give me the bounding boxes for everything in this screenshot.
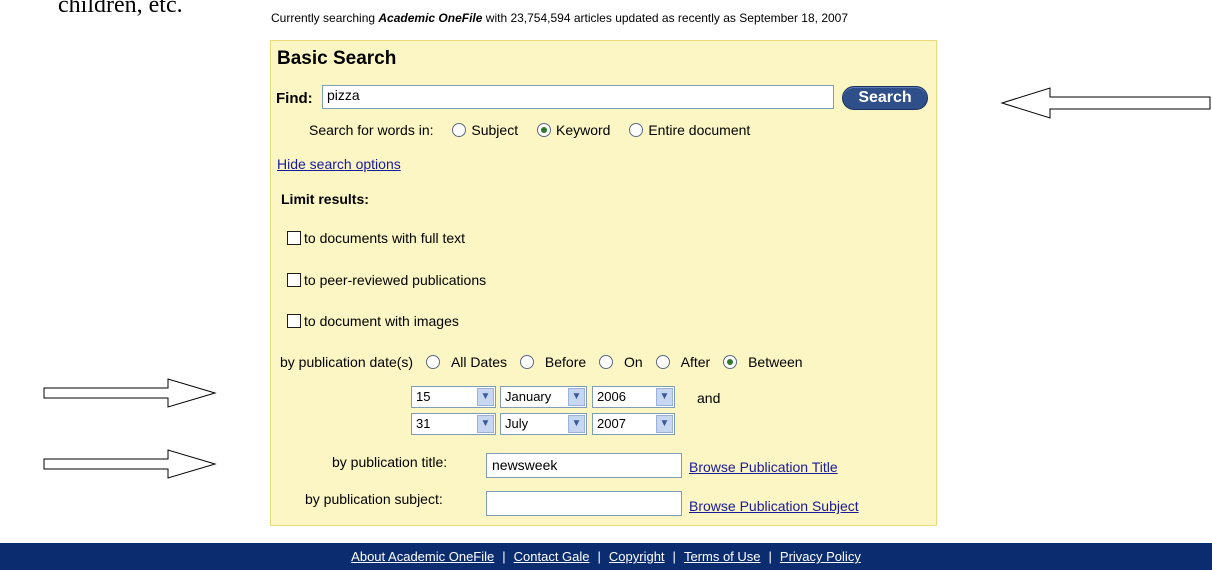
hide-search-options-link[interactable]: Hide search options — [277, 156, 401, 172]
footer-link-copyright[interactable]: Copyright — [609, 549, 665, 564]
images-checkbox[interactable] — [287, 314, 301, 328]
peer-reviewed-limit[interactable]: to peer-reviewed publications — [287, 272, 486, 288]
all-dates-label: All Dates — [450, 354, 507, 370]
database-name: Academic OneFile — [378, 11, 483, 25]
right-arrow-icon — [43, 378, 217, 408]
chevron-down-icon[interactable]: ▼ — [477, 415, 494, 433]
date-all-dates-option[interactable]: All Dates — [425, 354, 511, 370]
search-in-entire-document-option[interactable]: Entire document — [629, 122, 750, 138]
database-status-line: Currently searching Academic OneFile wit… — [271, 11, 848, 25]
chevron-down-icon[interactable]: ▼ — [477, 388, 494, 406]
images-label: to document with images — [304, 313, 459, 329]
basic-search-panel: Basic Search Find: pizza Search Search f… — [270, 40, 937, 526]
from-day-value: 15 — [416, 389, 431, 404]
after-label: After — [680, 354, 711, 370]
publication-date-label: by publication date(s) — [280, 354, 414, 370]
search-button[interactable]: Search — [842, 86, 928, 110]
browse-publication-subject-link[interactable]: Browse Publication Subject — [689, 498, 859, 514]
status-prefix: Currently searching — [271, 11, 376, 25]
search-in-subject-option[interactable]: Subject — [452, 122, 522, 138]
status-suffix: with 23,754,594 articles updated as rece… — [485, 11, 849, 25]
to-year-value: 2007 — [597, 416, 626, 431]
footer-link-privacy[interactable]: Privacy Policy — [780, 549, 861, 564]
to-year-select[interactable]: 2007 ▼ — [592, 413, 675, 435]
subject-option-label: Subject — [471, 122, 519, 138]
publication-date-row: by publication date(s) All Dates Before … — [280, 354, 803, 370]
date-between-option[interactable]: Between — [723, 354, 803, 370]
from-month-select[interactable]: January ▼ — [500, 386, 587, 408]
date-before-option[interactable]: Before — [519, 354, 590, 370]
to-day-select[interactable]: 31 ▼ — [411, 413, 496, 435]
full-text-label: to documents with full text — [304, 230, 466, 246]
limit-results-heading: Limit results: — [281, 191, 369, 207]
document-text-fragment: children, etc. — [58, 0, 183, 18]
footer-link-about[interactable]: About Academic OneFile — [351, 549, 494, 564]
from-day-select[interactable]: 15 ▼ — [411, 386, 496, 408]
search-in-label: Search for words in: — [309, 122, 434, 138]
from-year-select[interactable]: 2006 ▼ — [592, 386, 675, 408]
search-in-row: Search for words in: Subject Keyword Ent… — [309, 122, 750, 138]
radio-between[interactable] — [723, 355, 738, 369]
find-label: Find: — [276, 90, 313, 107]
date-after-option[interactable]: After — [655, 354, 714, 370]
browse-publication-title-link[interactable]: Browse Publication Title — [689, 459, 838, 475]
to-month-select[interactable]: July ▼ — [500, 413, 587, 435]
publication-subject-label: by publication subject: — [305, 491, 443, 507]
search-in-keyword-option[interactable]: Keyword — [536, 122, 614, 138]
right-arrow-icon — [43, 449, 217, 479]
footer-bar: About Academic OneFile | Contact Gale | Copy… — [0, 543, 1212, 570]
chevron-down-icon[interactable]: ▼ — [568, 388, 585, 406]
radio-after[interactable] — [655, 355, 670, 369]
on-label: On — [624, 354, 643, 370]
radio-entire-document[interactable] — [629, 123, 644, 137]
keyword-option-label: Keyword — [555, 122, 611, 138]
to-day-value: 31 — [416, 416, 431, 431]
panel-title: Basic Search — [277, 48, 397, 69]
entire-document-option-label: Entire document — [648, 122, 751, 138]
radio-subject[interactable] — [452, 123, 467, 137]
date-on-option[interactable]: On — [599, 354, 647, 370]
peer-reviewed-checkbox[interactable] — [287, 273, 301, 287]
before-label: Before — [544, 354, 587, 370]
radio-keyword[interactable] — [536, 123, 551, 137]
full-text-checkbox[interactable] — [287, 231, 301, 245]
chevron-down-icon[interactable]: ▼ — [568, 415, 585, 433]
between-label: Between — [748, 354, 803, 370]
footer-link-terms[interactable]: Terms of Use — [684, 549, 761, 564]
publication-title-label: by publication title: — [332, 454, 448, 470]
to-month-value: July — [505, 416, 529, 431]
radio-before[interactable] — [519, 355, 534, 369]
full-text-limit[interactable]: to documents with full text — [287, 230, 465, 246]
from-month-value: January — [505, 389, 552, 404]
radio-all-dates[interactable] — [425, 355, 440, 369]
from-year-value: 2006 — [597, 389, 626, 404]
find-input[interactable]: pizza — [322, 85, 834, 109]
footer-link-contact[interactable]: Contact Gale — [514, 549, 590, 564]
chevron-down-icon[interactable]: ▼ — [656, 415, 673, 433]
publication-subject-input[interactable] — [486, 491, 682, 516]
radio-on[interactable] — [599, 355, 614, 369]
publication-title-input[interactable]: newsweek — [486, 453, 682, 478]
and-label: and — [697, 390, 721, 406]
peer-reviewed-label: to peer-reviewed publications — [304, 272, 487, 288]
left-arrow-icon — [1000, 87, 1211, 119]
chevron-down-icon[interactable]: ▼ — [656, 388, 673, 406]
images-limit[interactable]: to document with images — [287, 313, 459, 329]
